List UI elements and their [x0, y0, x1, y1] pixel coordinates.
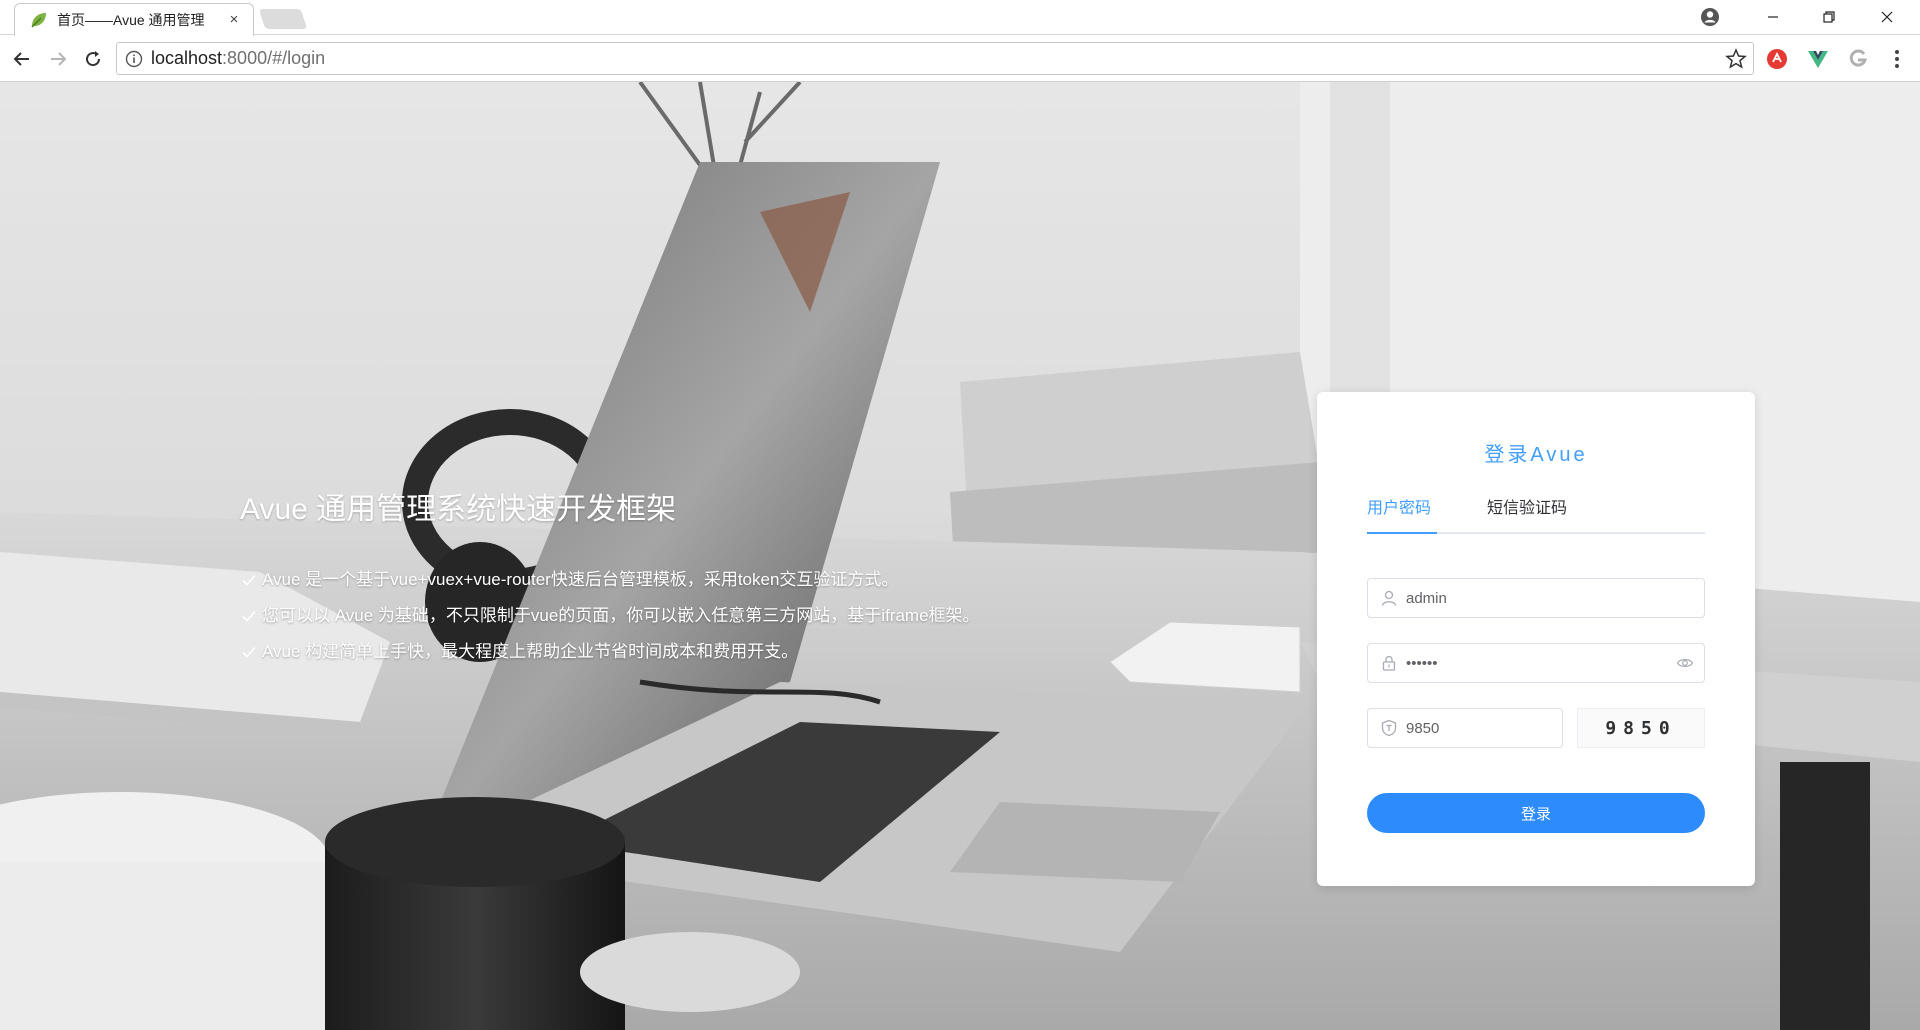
url-text[interactable]: localhost:8000/#/login — [151, 48, 1725, 69]
g-extension-icon[interactable] — [1846, 47, 1870, 71]
username-input[interactable] — [1406, 580, 1704, 616]
info-icon[interactable] — [125, 50, 143, 68]
shield-icon — [1381, 719, 1397, 737]
bookmark-star-icon[interactable] — [1725, 47, 1747, 70]
check-icon — [242, 646, 256, 658]
hero-feature-text: Avue 是一个基于vue+vuex+vue-router快速后台管理模板，采用… — [262, 570, 899, 589]
hero-title: Avue 通用管理系统快速开发框架 — [240, 493, 677, 526]
login-title: 登录Avue — [1484, 444, 1588, 466]
leaf-icon — [31, 13, 46, 28]
browser-tab[interactable]: 首页——Avue 通用管理 × — [14, 3, 254, 36]
browser-toolbar: localhost:8000/#/login — [0, 36, 1920, 82]
login-card: 登录Avue 用户密码 短信验证码 admin •••••• 9850 9850… — [1317, 392, 1755, 886]
tab-title: 首页——Avue 通用管理 — [57, 12, 205, 28]
login-tabs: 用户密码 短信验证码 — [1367, 496, 1705, 534]
menu-kebab-icon[interactable] — [1885, 47, 1909, 71]
login-page: Avue 通用管理系统快速开发框架 Avue 是一个基于vue+vuex+vue… — [0, 82, 1920, 1030]
close-icon[interactable] — [1864, 0, 1910, 34]
hero-feature-text: Avue 构建简单上手快，最大程度上帮助企业节省时间成本和费用开支。 — [262, 642, 799, 661]
lock-icon — [1382, 655, 1396, 671]
verification-code-input[interactable] — [1406, 710, 1605, 746]
minimize-icon[interactable] — [1750, 0, 1796, 34]
adblock-icon[interactable] — [1765, 47, 1789, 71]
hero-feature-text: 您可以以 Avue 为基础，不只限制于vue的页面，你可以嵌入任意第三方网站，基… — [262, 606, 980, 625]
tab-sms-code[interactable]: 短信验证码 — [1487, 496, 1567, 534]
tab-close-icon[interactable]: × — [225, 11, 243, 29]
browser-tab-strip: 首页——Avue 通用管理 × — [0, 0, 1920, 36]
check-icon — [242, 610, 256, 622]
restore-icon[interactable] — [1806, 0, 1852, 34]
hero-feature-item: Avue 构建简单上手快，最大程度上帮助企业节省时间成本和费用开支。 — [240, 634, 980, 670]
verification-code-field[interactable] — [1367, 708, 1605, 748]
tab-username-password[interactable]: 用户密码 — [1367, 496, 1431, 534]
hero-feature-item: Avue 是一个基于vue+vuex+vue-router快速后台管理模板，采用… — [240, 562, 980, 598]
eye-icon[interactable] — [1676, 654, 1694, 672]
password-input[interactable] — [1406, 645, 1676, 681]
login-button[interactable]: 登录 — [1367, 793, 1705, 833]
address-bar[interactable]: localhost:8000/#/login — [116, 42, 1754, 75]
user-icon — [1381, 590, 1397, 606]
check-icon — [242, 574, 256, 586]
hero-feature-list: Avue 是一个基于vue+vuex+vue-router快速后台管理模板，采用… — [240, 562, 980, 670]
profile-icon[interactable] — [1698, 5, 1722, 29]
captcha-image[interactable]: 9850 — [1577, 708, 1705, 748]
username-field[interactable] — [1367, 578, 1705, 618]
vue-devtools-icon[interactable] — [1806, 47, 1830, 71]
forward-icon[interactable] — [45, 46, 71, 72]
hero-feature-item: 您可以以 Avue 为基础，不只限制于vue的页面，你可以嵌入任意第三方网站，基… — [240, 598, 980, 634]
reload-icon[interactable] — [80, 46, 106, 72]
password-field[interactable] — [1367, 643, 1705, 683]
new-tab-button[interactable] — [258, 9, 308, 29]
back-icon[interactable] — [9, 46, 35, 72]
active-tab-indicator — [1367, 532, 1437, 534]
